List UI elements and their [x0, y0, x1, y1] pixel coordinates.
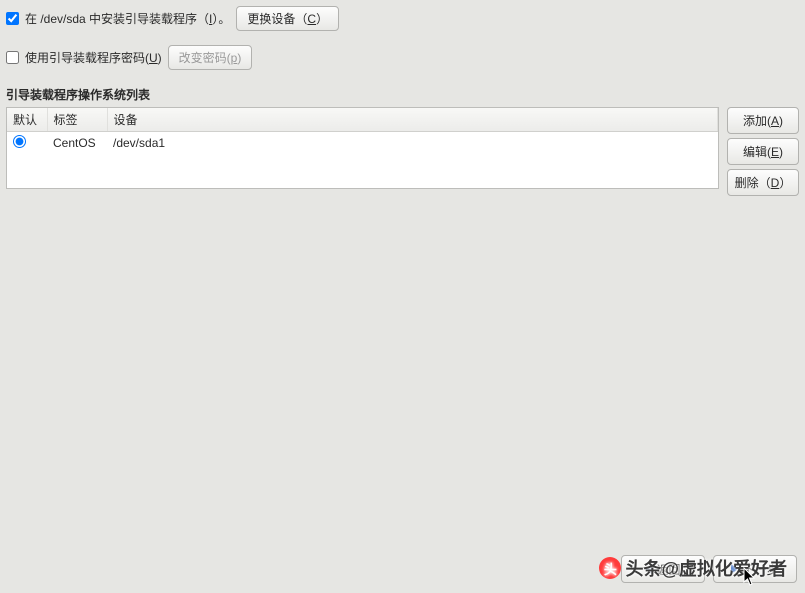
back-button[interactable]: 返回 [621, 555, 705, 583]
table-row[interactable]: CentOS /dev/sda1 [7, 132, 718, 155]
watermark-icon: 头 [599, 557, 621, 579]
arrow-left-icon [645, 564, 652, 574]
next-button[interactable]: 下一步 [713, 555, 797, 583]
row-device: /dev/sda1 [107, 132, 718, 155]
col-header-default[interactable]: 默认 [7, 108, 47, 132]
default-os-radio[interactable] [13, 135, 26, 148]
use-password-label: 使用引导装载程序密码(U) [25, 49, 162, 66]
os-list-table[interactable]: 默认 标签 设备 CentOS /dev/sda1 [6, 107, 719, 189]
row-label: CentOS [47, 132, 107, 155]
change-password-button: 改变密码(p) [168, 45, 253, 70]
add-button[interactable]: 添加(A) [727, 107, 799, 134]
back-button-label: 返回 [656, 561, 680, 578]
col-header-label[interactable]: 标签 [47, 108, 107, 132]
use-password-checkbox[interactable] [6, 51, 19, 64]
change-device-button[interactable]: 更换设备（C） [236, 6, 339, 31]
install-bootloader-checkbox[interactable] [6, 12, 19, 25]
install-bootloader-label: 在 /dev/sda 中安装引导装载程序（I）。 [25, 10, 230, 27]
edit-button[interactable]: 编辑(E) [727, 138, 799, 165]
arrow-right-icon [731, 564, 738, 574]
col-header-device[interactable]: 设备 [107, 108, 718, 132]
delete-button[interactable]: 删除（D） [727, 169, 799, 196]
next-button-label: 下一步 [742, 561, 778, 578]
os-list-title: 引导装载程序操作系统列表 [6, 86, 799, 103]
